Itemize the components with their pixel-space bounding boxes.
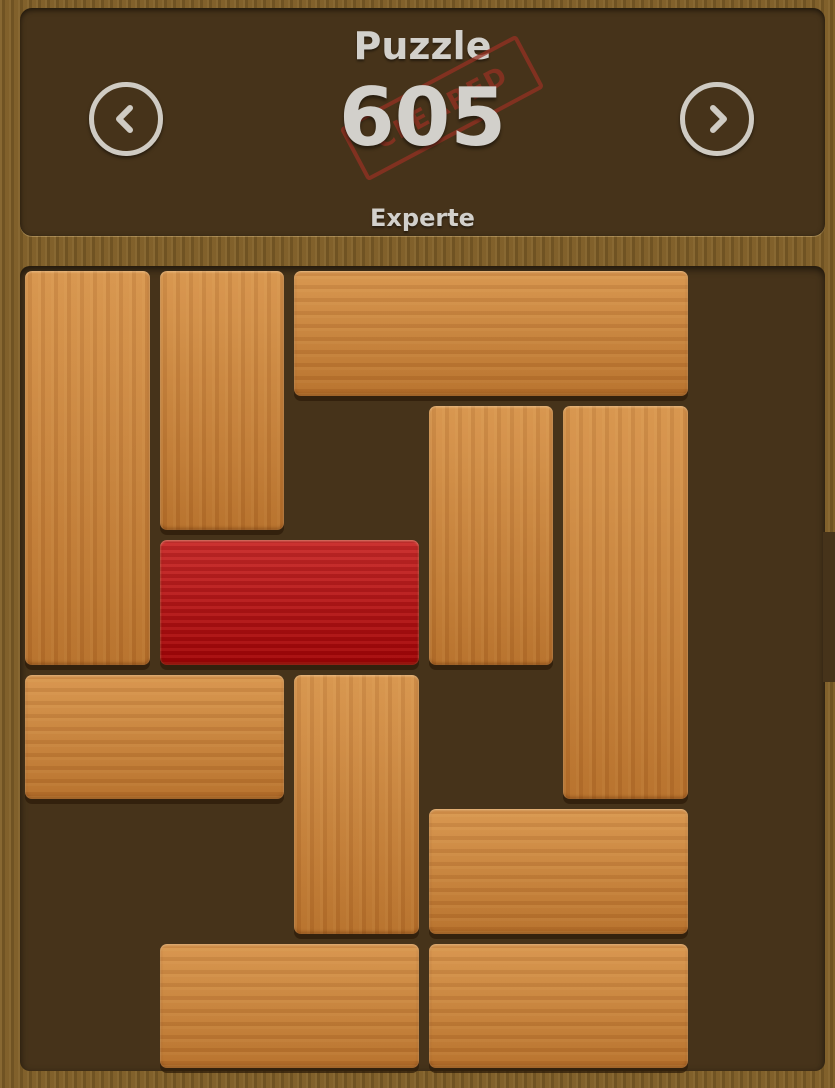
page-title: Puzzle: [353, 24, 492, 68]
previous-puzzle-button[interactable]: [89, 82, 163, 156]
chevron-left-icon: [116, 105, 133, 133]
wood-block[interactable]: [563, 405, 688, 799]
header-panel: Puzzle CLEARED 605 Experte: [20, 8, 825, 236]
puzzle-board: [20, 266, 825, 1071]
wood-block[interactable]: [25, 674, 284, 799]
next-puzzle-button[interactable]: [680, 82, 754, 156]
wood-block[interactable]: [25, 271, 150, 665]
wood-block[interactable]: [159, 943, 419, 1068]
wood-block[interactable]: [159, 271, 284, 530]
difficulty-label: Experte: [370, 204, 475, 232]
exit-slot: [823, 532, 835, 682]
wood-block[interactable]: [294, 271, 688, 396]
wood-block[interactable]: [428, 943, 688, 1068]
wood-block[interactable]: [428, 809, 688, 934]
chevron-right-icon: [710, 105, 727, 133]
wood-block[interactable]: [428, 405, 553, 665]
target-block[interactable]: [159, 540, 419, 665]
wood-block[interactable]: [294, 674, 419, 934]
